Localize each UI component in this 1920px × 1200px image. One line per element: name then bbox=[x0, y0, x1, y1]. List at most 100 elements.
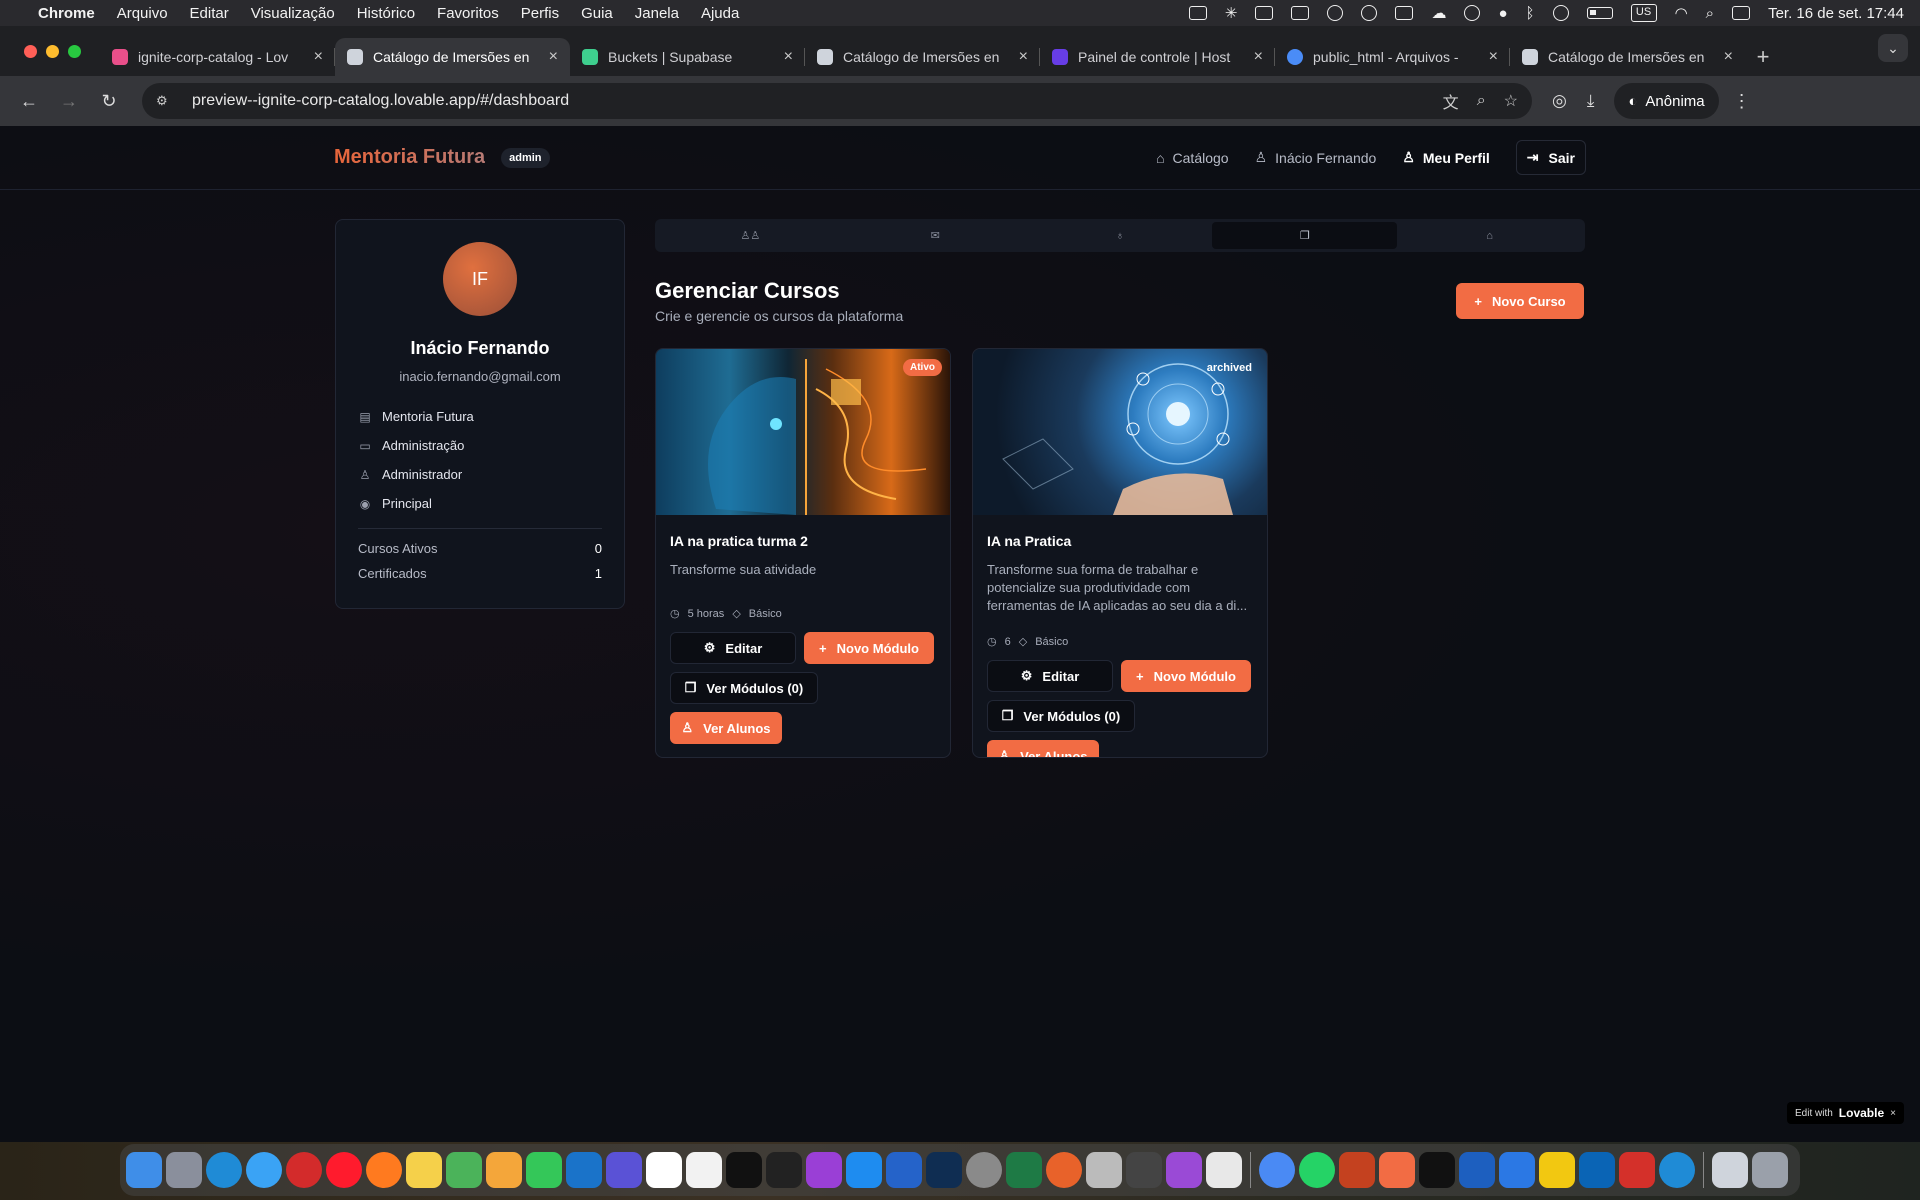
cloud-icon[interactable]: ☁ bbox=[1431, 4, 1446, 22]
trash-icon[interactable] bbox=[1752, 1152, 1788, 1188]
back-arrow-icon[interactable]: ← bbox=[12, 84, 46, 118]
menu-historico[interactable]: Histórico bbox=[357, 5, 415, 22]
extension-icon[interactable]: ◎ bbox=[1552, 91, 1567, 111]
documents-folder-icon[interactable] bbox=[1712, 1152, 1748, 1188]
bookmark-star-icon[interactable]: ☆ bbox=[1504, 91, 1518, 111]
nav-catalog[interactable]: ⌂ Catálogo bbox=[1156, 150, 1229, 166]
close-tab-icon[interactable]: × bbox=[784, 48, 793, 66]
app-icon[interactable] bbox=[1046, 1152, 1082, 1188]
facetime-icon[interactable] bbox=[526, 1152, 562, 1188]
translate-icon[interactable]: 文 bbox=[1443, 89, 1459, 113]
battery-icon[interactable] bbox=[1586, 7, 1613, 19]
close-tab-icon[interactable]: × bbox=[1019, 48, 1028, 66]
zoom-icon[interactable]: ⌕ bbox=[1477, 92, 1486, 110]
notion-icon[interactable] bbox=[766, 1152, 802, 1188]
edge-beta-icon[interactable] bbox=[1659, 1152, 1695, 1188]
logout-button[interactable]: ⇥ Sair bbox=[1515, 140, 1586, 175]
forward-arrow-icon[interactable]: → bbox=[52, 84, 86, 118]
tab-graduation-cap-icon[interactable]: ⌂ bbox=[1397, 222, 1582, 249]
1password-app-icon[interactable] bbox=[886, 1152, 922, 1188]
vscode-icon[interactable] bbox=[566, 1152, 602, 1188]
edit-with-lovable-badge[interactable]: Edit with Lovable × bbox=[1787, 1102, 1904, 1124]
incognito-indicator[interactable]: ◐ Anônima bbox=[1614, 83, 1719, 119]
chatgpt-icon[interactable] bbox=[1126, 1152, 1162, 1188]
pdf-icon[interactable] bbox=[1619, 1152, 1655, 1188]
menu-arquivo[interactable]: Arquivo bbox=[117, 5, 168, 22]
wifi-icon[interactable]: ◠ bbox=[1675, 4, 1688, 22]
close-tab-icon[interactable]: × bbox=[549, 48, 558, 66]
apple-tv-icon[interactable] bbox=[726, 1152, 762, 1188]
browser-tab[interactable]: Buckets | Supabase × bbox=[570, 38, 805, 76]
tab-courses-book-icon[interactable]: ❐ bbox=[1212, 222, 1398, 249]
address-bar[interactable]: ⚙ preview--ignite-corp-catalog.lovable.a… bbox=[142, 83, 1532, 119]
browser-tab[interactable]: Catálogo de Imersões en × bbox=[805, 38, 1040, 76]
grammarly-icon[interactable] bbox=[1395, 6, 1414, 20]
opera-icon[interactable] bbox=[326, 1152, 362, 1188]
edge-icon[interactable] bbox=[206, 1152, 242, 1188]
view-students-button[interactable]: ♙ Ver Alunos bbox=[670, 712, 782, 744]
outlook-icon[interactable] bbox=[1579, 1152, 1615, 1188]
screen-icon[interactable] bbox=[1291, 6, 1310, 20]
new-module-button[interactable]: + Novo Módulo bbox=[1121, 660, 1251, 692]
system-settings-icon[interactable] bbox=[966, 1152, 1002, 1188]
close-window-button[interactable] bbox=[24, 45, 37, 58]
maps-icon[interactable] bbox=[446, 1152, 482, 1188]
browser-tab[interactable]: public_html - Arquivos - × bbox=[1275, 38, 1510, 76]
close-tab-icon[interactable]: × bbox=[314, 48, 323, 66]
photoshop-icon[interactable] bbox=[926, 1152, 962, 1188]
reload-icon[interactable]: ↻ bbox=[92, 84, 126, 118]
close-tab-icon[interactable]: × bbox=[1254, 48, 1263, 66]
zoom-window-button[interactable] bbox=[68, 45, 81, 58]
feedback-icon[interactable] bbox=[1166, 1152, 1202, 1188]
tab-search-chevron-icon[interactable]: ⌄ bbox=[1878, 34, 1908, 62]
reminders-icon[interactable] bbox=[686, 1152, 722, 1188]
camera-icon[interactable] bbox=[1255, 6, 1274, 20]
account-icon[interactable] bbox=[1552, 5, 1569, 21]
new-course-button[interactable]: + Novo Curso bbox=[1456, 283, 1584, 319]
view-modules-button[interactable]: ❐ Ver Módulos (0) bbox=[987, 700, 1135, 732]
photos-icon[interactable] bbox=[486, 1152, 522, 1188]
browser-tab[interactable]: Painel de controle | Host × bbox=[1040, 38, 1275, 76]
menu-chrome[interactable]: Chrome bbox=[38, 5, 95, 22]
openai-icon[interactable] bbox=[1327, 5, 1344, 21]
teams-grid-icon[interactable] bbox=[1499, 1152, 1535, 1188]
download-icon[interactable]: ⤓ bbox=[1587, 91, 1595, 111]
browser-tab[interactable]: Catálogo de Imersões en × bbox=[1510, 38, 1745, 76]
check-icon[interactable] bbox=[1361, 5, 1378, 21]
menu-editar[interactable]: Editar bbox=[190, 5, 229, 22]
launchpad-icon[interactable] bbox=[166, 1152, 202, 1188]
firefox-icon[interactable] bbox=[366, 1152, 402, 1188]
close-icon[interactable]: × bbox=[1890, 1108, 1896, 1119]
new-module-button[interactable]: + Novo Módulo bbox=[804, 632, 934, 664]
control-center-icon[interactable] bbox=[1732, 6, 1751, 20]
search-icon[interactable]: ⌕ bbox=[1706, 5, 1714, 22]
remote-desktop-icon[interactable] bbox=[1459, 1152, 1495, 1188]
menu-guia[interactable]: Guia bbox=[581, 5, 613, 22]
stack-app-icon[interactable] bbox=[606, 1152, 642, 1188]
edit-course-button[interactable]: ⚙ Editar bbox=[670, 632, 796, 664]
url-text[interactable]: preview--ignite-corp-catalog.lovable.app… bbox=[192, 92, 1425, 110]
bluetooth-icon[interactable]: ᛒ bbox=[1526, 5, 1535, 22]
safari-icon[interactable] bbox=[246, 1152, 282, 1188]
notes-icon[interactable] bbox=[406, 1152, 442, 1188]
1password-icon[interactable] bbox=[1464, 5, 1481, 21]
nav-my-profile[interactable]: ♙ Meu Perfil bbox=[1402, 149, 1489, 166]
claude-icon[interactable] bbox=[1379, 1152, 1415, 1188]
tab-award-icon[interactable]: ♁ bbox=[1028, 222, 1213, 249]
finder-icon[interactable] bbox=[126, 1152, 162, 1188]
tab-users-icon[interactable]: ♙♙ bbox=[658, 222, 843, 249]
keyboard-layout-icon[interactable]: US bbox=[1630, 4, 1657, 22]
browser-tab-active[interactable]: Catálogo de Imersões en × bbox=[335, 38, 570, 76]
close-tab-icon[interactable]: × bbox=[1724, 48, 1733, 66]
close-tab-icon[interactable]: × bbox=[1489, 48, 1498, 66]
browser-tab[interactable]: ignite-corp-catalog - Lov × bbox=[100, 38, 335, 76]
app-store-icon[interactable] bbox=[846, 1152, 882, 1188]
sync-icon[interactable] bbox=[1188, 6, 1207, 20]
podcasts-icon[interactable] bbox=[806, 1152, 842, 1188]
edit-course-button[interactable]: ⚙ Editar bbox=[987, 660, 1113, 692]
site-info-icon[interactable]: ⚙ bbox=[156, 93, 176, 109]
terminal-icon[interactable] bbox=[1419, 1152, 1455, 1188]
new-tab-button[interactable]: + bbox=[1745, 38, 1781, 76]
menubar-clock[interactable]: Ter. 16 de set. 17:44 bbox=[1768, 5, 1904, 22]
browser-menu-icon[interactable]: ⋮ bbox=[1733, 91, 1751, 112]
